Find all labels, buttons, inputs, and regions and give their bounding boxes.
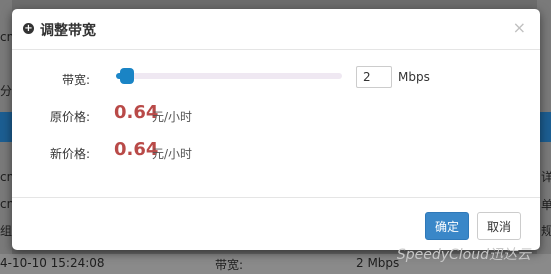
adjust-bandwidth-dialog: + 调整带宽 × 带宽: Mbps 原价格: 0.64 元/小时 新价格: 0.… bbox=[12, 9, 540, 250]
original-price-unit: 元/小时 bbox=[152, 110, 193, 124]
cancel-button[interactable]: 取消 bbox=[477, 212, 521, 240]
close-icon[interactable]: × bbox=[513, 18, 526, 37]
original-price-label: 原价格: bbox=[50, 110, 91, 124]
background-text: 单 bbox=[541, 198, 551, 212]
background-text: 2 Mbps bbox=[356, 256, 400, 270]
bandwidth-unit: Mbps bbox=[398, 70, 430, 84]
confirm-button[interactable]: 确定 bbox=[425, 212, 469, 240]
background-text: 带宽: bbox=[215, 258, 244, 272]
background-text: 规 bbox=[541, 224, 551, 238]
bandwidth-label: 带宽: bbox=[62, 73, 91, 87]
bandwidth-slider-handle[interactable] bbox=[120, 68, 135, 84]
bandwidth-slider-track[interactable] bbox=[116, 73, 342, 79]
new-price-label: 新价格: bbox=[50, 147, 91, 161]
background-text: 组 bbox=[0, 224, 13, 238]
background-timestamp: 4-10-10 15:24:08 bbox=[0, 256, 105, 270]
dialog-footer: 确定 取消 bbox=[12, 197, 540, 250]
watermark-logo: SpeedyCloud迅达云 bbox=[396, 247, 531, 263]
plus-circle-icon: + bbox=[23, 23, 34, 34]
dialog-header: + 调整带宽 × bbox=[12, 9, 540, 50]
background-text: 详 bbox=[541, 170, 551, 184]
new-price-unit: 元/小时 bbox=[152, 147, 193, 161]
dialog-title: 调整带宽 bbox=[40, 23, 96, 39]
bandwidth-input[interactable] bbox=[356, 66, 392, 88]
